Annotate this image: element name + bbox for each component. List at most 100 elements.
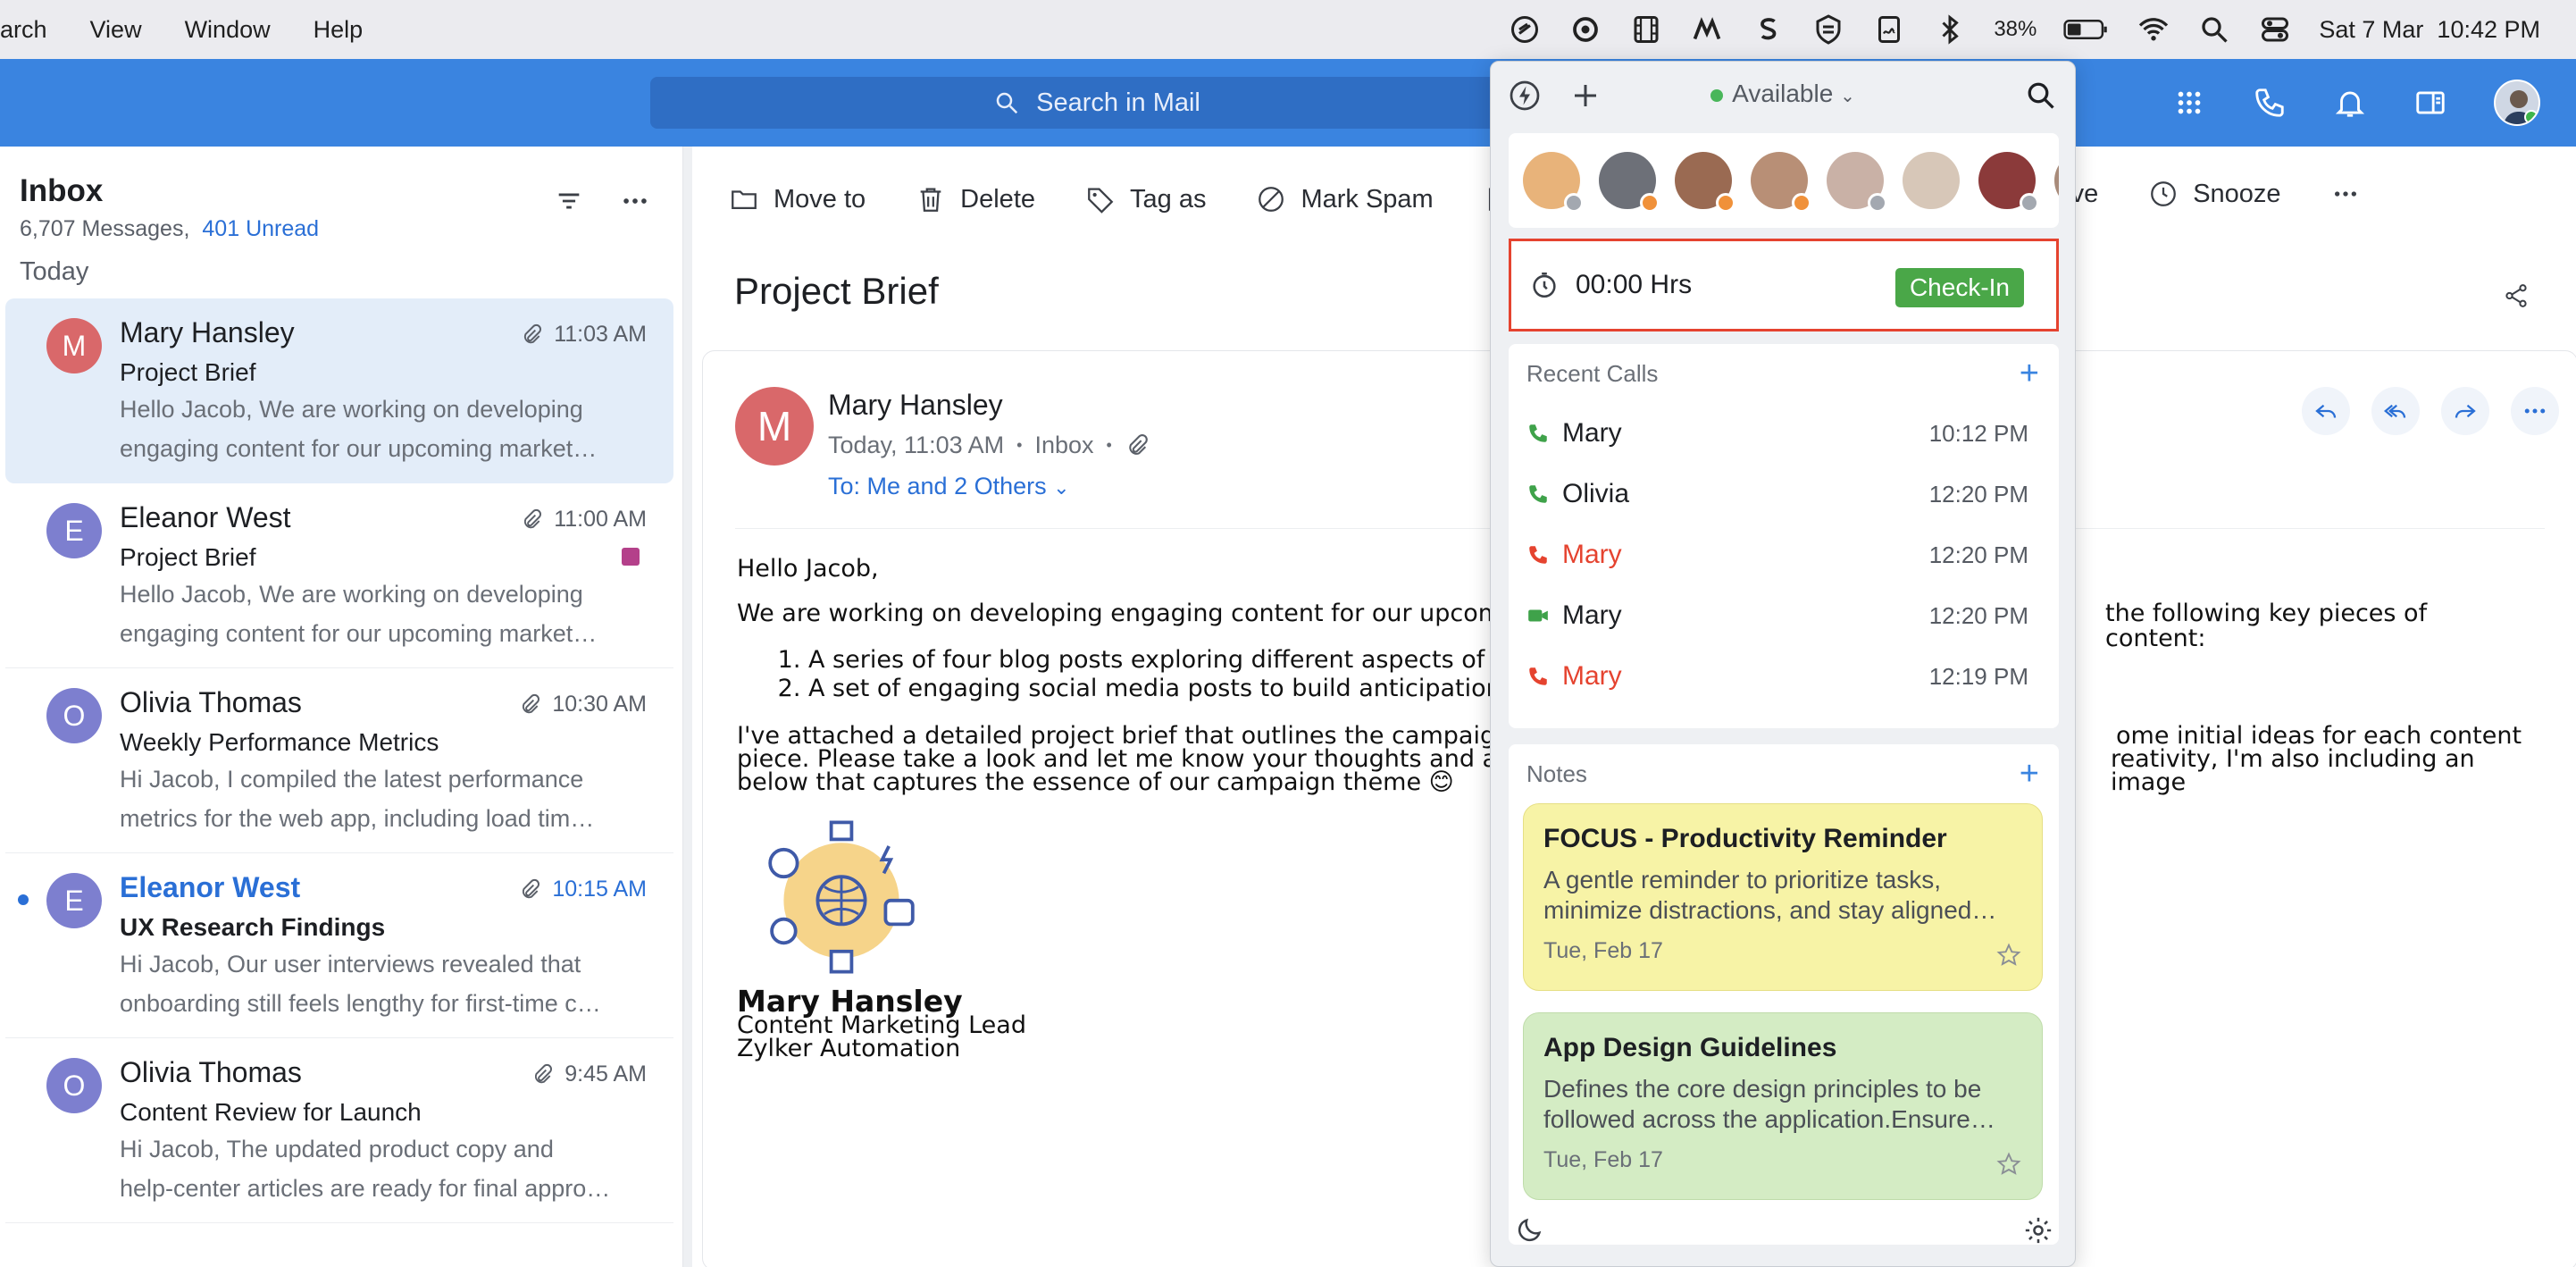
shield-icon[interactable]	[1811, 13, 1845, 46]
move-to-button[interactable]: Move to	[729, 184, 866, 214]
call-name: Mary	[1562, 540, 1622, 569]
call-item[interactable]: Mary 12:19 PM	[1509, 646, 2059, 707]
reply-all-icon[interactable]	[2371, 387, 2420, 435]
clock-icon	[2148, 179, 2179, 209]
note-card[interactable]: App Design Guidelines Defines the core d…	[1523, 1012, 2043, 1200]
mail-preview-line: help-center articles are ready for final…	[120, 1175, 611, 1202]
gear-icon[interactable]	[2023, 1215, 2053, 1246]
app-status-icon-2[interactable]	[1568, 13, 1602, 46]
mail-time: 10:30 AM	[552, 692, 647, 717]
call-name: Mary	[1562, 418, 1622, 448]
mail-list-item[interactable]: O Olivia Thomas 9:45 AM Content Review f…	[5, 1038, 673, 1223]
battery-icon[interactable]	[2063, 13, 2110, 46]
contact-avatar[interactable]	[1903, 152, 1960, 209]
menu-window[interactable]: Window	[185, 16, 271, 44]
folder-icon	[729, 184, 759, 214]
mail-subject: UX Research Findings	[120, 913, 386, 941]
sender-avatar-large: M	[735, 387, 814, 466]
trash-icon	[916, 184, 946, 214]
document-sign-icon[interactable]	[1872, 13, 1906, 46]
control-center-icon[interactable]	[2258, 13, 2292, 46]
call-name: Mary	[1562, 661, 1622, 691]
mail-list-item[interactable]: E Eleanor West 11:00 AM Project Brief He…	[5, 483, 673, 668]
more-actions-icon[interactable]	[2331, 180, 2360, 208]
unread-dot	[18, 894, 29, 905]
notes-section: Notes + FOCUS - Productivity Reminder A g…	[1509, 744, 2059, 1245]
delete-button[interactable]: Delete	[916, 184, 1035, 214]
star-icon[interactable]	[1995, 942, 2022, 969]
add-call-icon[interactable]: +	[2020, 357, 2039, 390]
bell-icon[interactable]	[2333, 86, 2367, 120]
para2-line: reativity, I'm also including an image	[2111, 745, 2475, 796]
pane-splitter[interactable]	[683, 147, 692, 1267]
menu-help[interactable]: Help	[314, 16, 364, 44]
available-dot	[1710, 88, 1724, 102]
contact-avatar[interactable]	[1675, 152, 1735, 213]
more-options-icon[interactable]	[620, 186, 650, 216]
app-status-icon-1[interactable]	[1508, 13, 1542, 46]
menu-view[interactable]: View	[90, 16, 142, 44]
app-status-icon-4[interactable]	[1751, 13, 1785, 46]
contact-avatar[interactable]	[1978, 152, 2039, 213]
call-time: 12:20 PM	[1928, 541, 2028, 568]
check-in-button[interactable]: Check-In	[1894, 268, 2024, 307]
call-item[interactable]: Mary 10:12 PM	[1509, 403, 2059, 464]
attachment-icon[interactable]	[1125, 433, 1150, 458]
add-note-icon[interactable]: +	[2020, 757, 2039, 791]
moon-icon[interactable]	[1514, 1215, 1544, 1246]
chevron-down-icon: ⌄	[1053, 476, 1070, 499]
app-status-icon-3[interactable]	[1690, 13, 1724, 46]
app-header: Search in Mail	[0, 59, 2576, 147]
note-card[interactable]: FOCUS - Productivity Reminder A gentle r…	[1523, 803, 2043, 991]
attachment-icon	[520, 323, 543, 347]
star-icon[interactable]	[1995, 1151, 2022, 1178]
mail-subject: Project Brief	[120, 543, 256, 571]
contact-avatar[interactable]	[1751, 152, 1811, 213]
call-item[interactable]: Olivia 12:20 PM	[1509, 464, 2059, 524]
recipients-dropdown[interactable]: To: Me and 2 Others ⌄	[828, 473, 1070, 500]
incoming-call-icon	[1526, 482, 1550, 506]
mail-preview-line: Hello Jacob, We are working on developin…	[120, 581, 583, 608]
mail-sender-name[interactable]: Mary Hansley	[828, 389, 1003, 422]
call-item[interactable]: Mary 12:20 PM	[1509, 585, 2059, 646]
contact-avatar[interactable]	[2054, 152, 2059, 209]
snooze-button[interactable]: Snooze	[2148, 179, 2281, 209]
message-count: 6,707 Messages, 401 Unread	[20, 216, 663, 242]
tag-as-button[interactable]: Tag as	[1085, 184, 1206, 214]
mail-time: 11:03 AM	[554, 322, 647, 347]
filter-icon[interactable]	[554, 186, 584, 216]
campaign-illustration	[757, 812, 926, 982]
mail-list-header: Inbox 6,707 Messages, 401 Unread	[0, 147, 682, 245]
mail-list-item[interactable]: O Olivia Thomas 10:30 AM Weekly Performa…	[5, 668, 673, 853]
popup-header: Available ⌄	[1491, 62, 2075, 130]
mail-list-item[interactable]: E Eleanor West 10:15 AM UX Research Find…	[5, 853, 673, 1038]
contact-avatar[interactable]	[1599, 152, 1660, 213]
share-icon[interactable]	[2503, 282, 2530, 309]
reply-icon[interactable]	[2302, 387, 2350, 435]
menu-search[interactable]: arch	[0, 16, 47, 44]
video-call-icon	[1526, 604, 1550, 627]
note-date: Tue, Feb 17	[1543, 1147, 1663, 1172]
snooze-label: Snooze	[2193, 179, 2281, 208]
forward-icon[interactable]	[2441, 387, 2489, 435]
bluetooth-icon[interactable]	[1933, 13, 1967, 46]
mark-spam-button[interactable]: Mark Spam	[1256, 184, 1434, 214]
wifi-icon[interactable]	[2137, 13, 2170, 46]
unread-count-link[interactable]: 401 Unread	[202, 216, 319, 241]
presence-status-dropdown[interactable]: Available ⌄	[1491, 80, 2075, 108]
call-item[interactable]: Mary 12:20 PM	[1509, 524, 2059, 585]
mail-preview-line: engaging content for our upcoming market…	[120, 435, 598, 462]
contact-avatar[interactable]	[1523, 152, 1584, 213]
phone-icon[interactable]	[2253, 86, 2287, 120]
mail-list-item[interactable]: M Mary Hansley 11:03 AM Project Brief He…	[5, 298, 673, 483]
user-avatar[interactable]	[2494, 80, 2540, 126]
clock[interactable]: Sat 7 Mar 10:42 PM	[2319, 16, 2540, 44]
more-icon[interactable]	[2511, 387, 2559, 435]
search-icon[interactable]	[2025, 80, 2057, 112]
side-panel-icon[interactable]	[2413, 86, 2447, 120]
spotlight-search-icon[interactable]	[2197, 13, 2231, 46]
apps-grid-icon[interactable]	[2172, 86, 2206, 120]
search-input[interactable]: Search in Mail	[650, 77, 1543, 129]
contact-avatar[interactable]	[1827, 152, 1887, 213]
film-icon[interactable]	[1629, 13, 1663, 46]
